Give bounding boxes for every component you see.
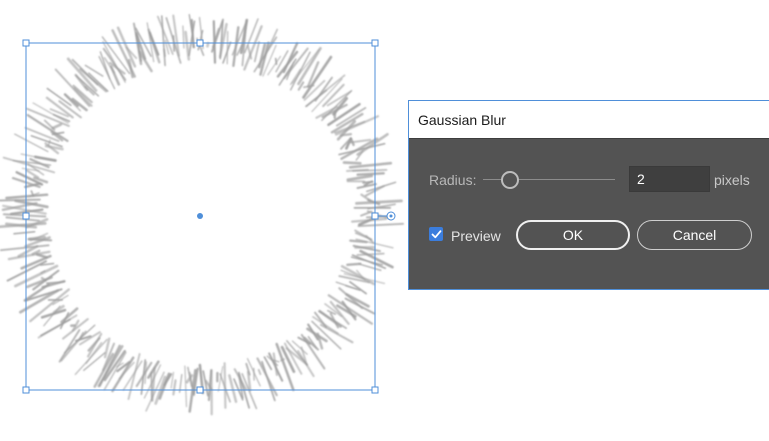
- preview-checkbox[interactable]: [429, 227, 443, 241]
- dialog-titlebar[interactable]: Gaussian Blur: [409, 101, 769, 139]
- handle-bottom-left[interactable]: [22, 386, 30, 394]
- cancel-button[interactable]: Cancel: [637, 220, 752, 250]
- dialog-body: Radius: pixels Preview OK Cancel: [409, 139, 769, 290]
- handle-bottom-middle[interactable]: [196, 386, 204, 394]
- handle-middle-left[interactable]: [22, 212, 30, 220]
- slider-knob[interactable]: [501, 171, 519, 189]
- handle-bottom-right[interactable]: [371, 386, 379, 394]
- check-icon: [431, 229, 441, 238]
- radius-widget-icon[interactable]: [386, 211, 396, 221]
- center-point-icon: [197, 213, 203, 219]
- handle-top-right[interactable]: [371, 39, 379, 47]
- handle-top-left[interactable]: [22, 39, 30, 47]
- handle-middle-right[interactable]: [371, 212, 379, 220]
- handle-top-middle[interactable]: [196, 39, 204, 47]
- units-label: pixels: [714, 172, 750, 188]
- ok-button[interactable]: OK: [516, 220, 630, 250]
- dialog-title: Gaussian Blur: [418, 111, 506, 128]
- radius-label: Radius:: [429, 172, 477, 188]
- gaussian-blur-dialog: Gaussian Blur Radius: pixels Preview OK …: [408, 100, 769, 290]
- artboard[interactable]: Gaussian Blur Radius: pixels Preview OK …: [0, 0, 769, 441]
- radius-input[interactable]: [629, 166, 710, 192]
- preview-label[interactable]: Preview: [451, 228, 501, 244]
- radius-slider[interactable]: [483, 169, 617, 191]
